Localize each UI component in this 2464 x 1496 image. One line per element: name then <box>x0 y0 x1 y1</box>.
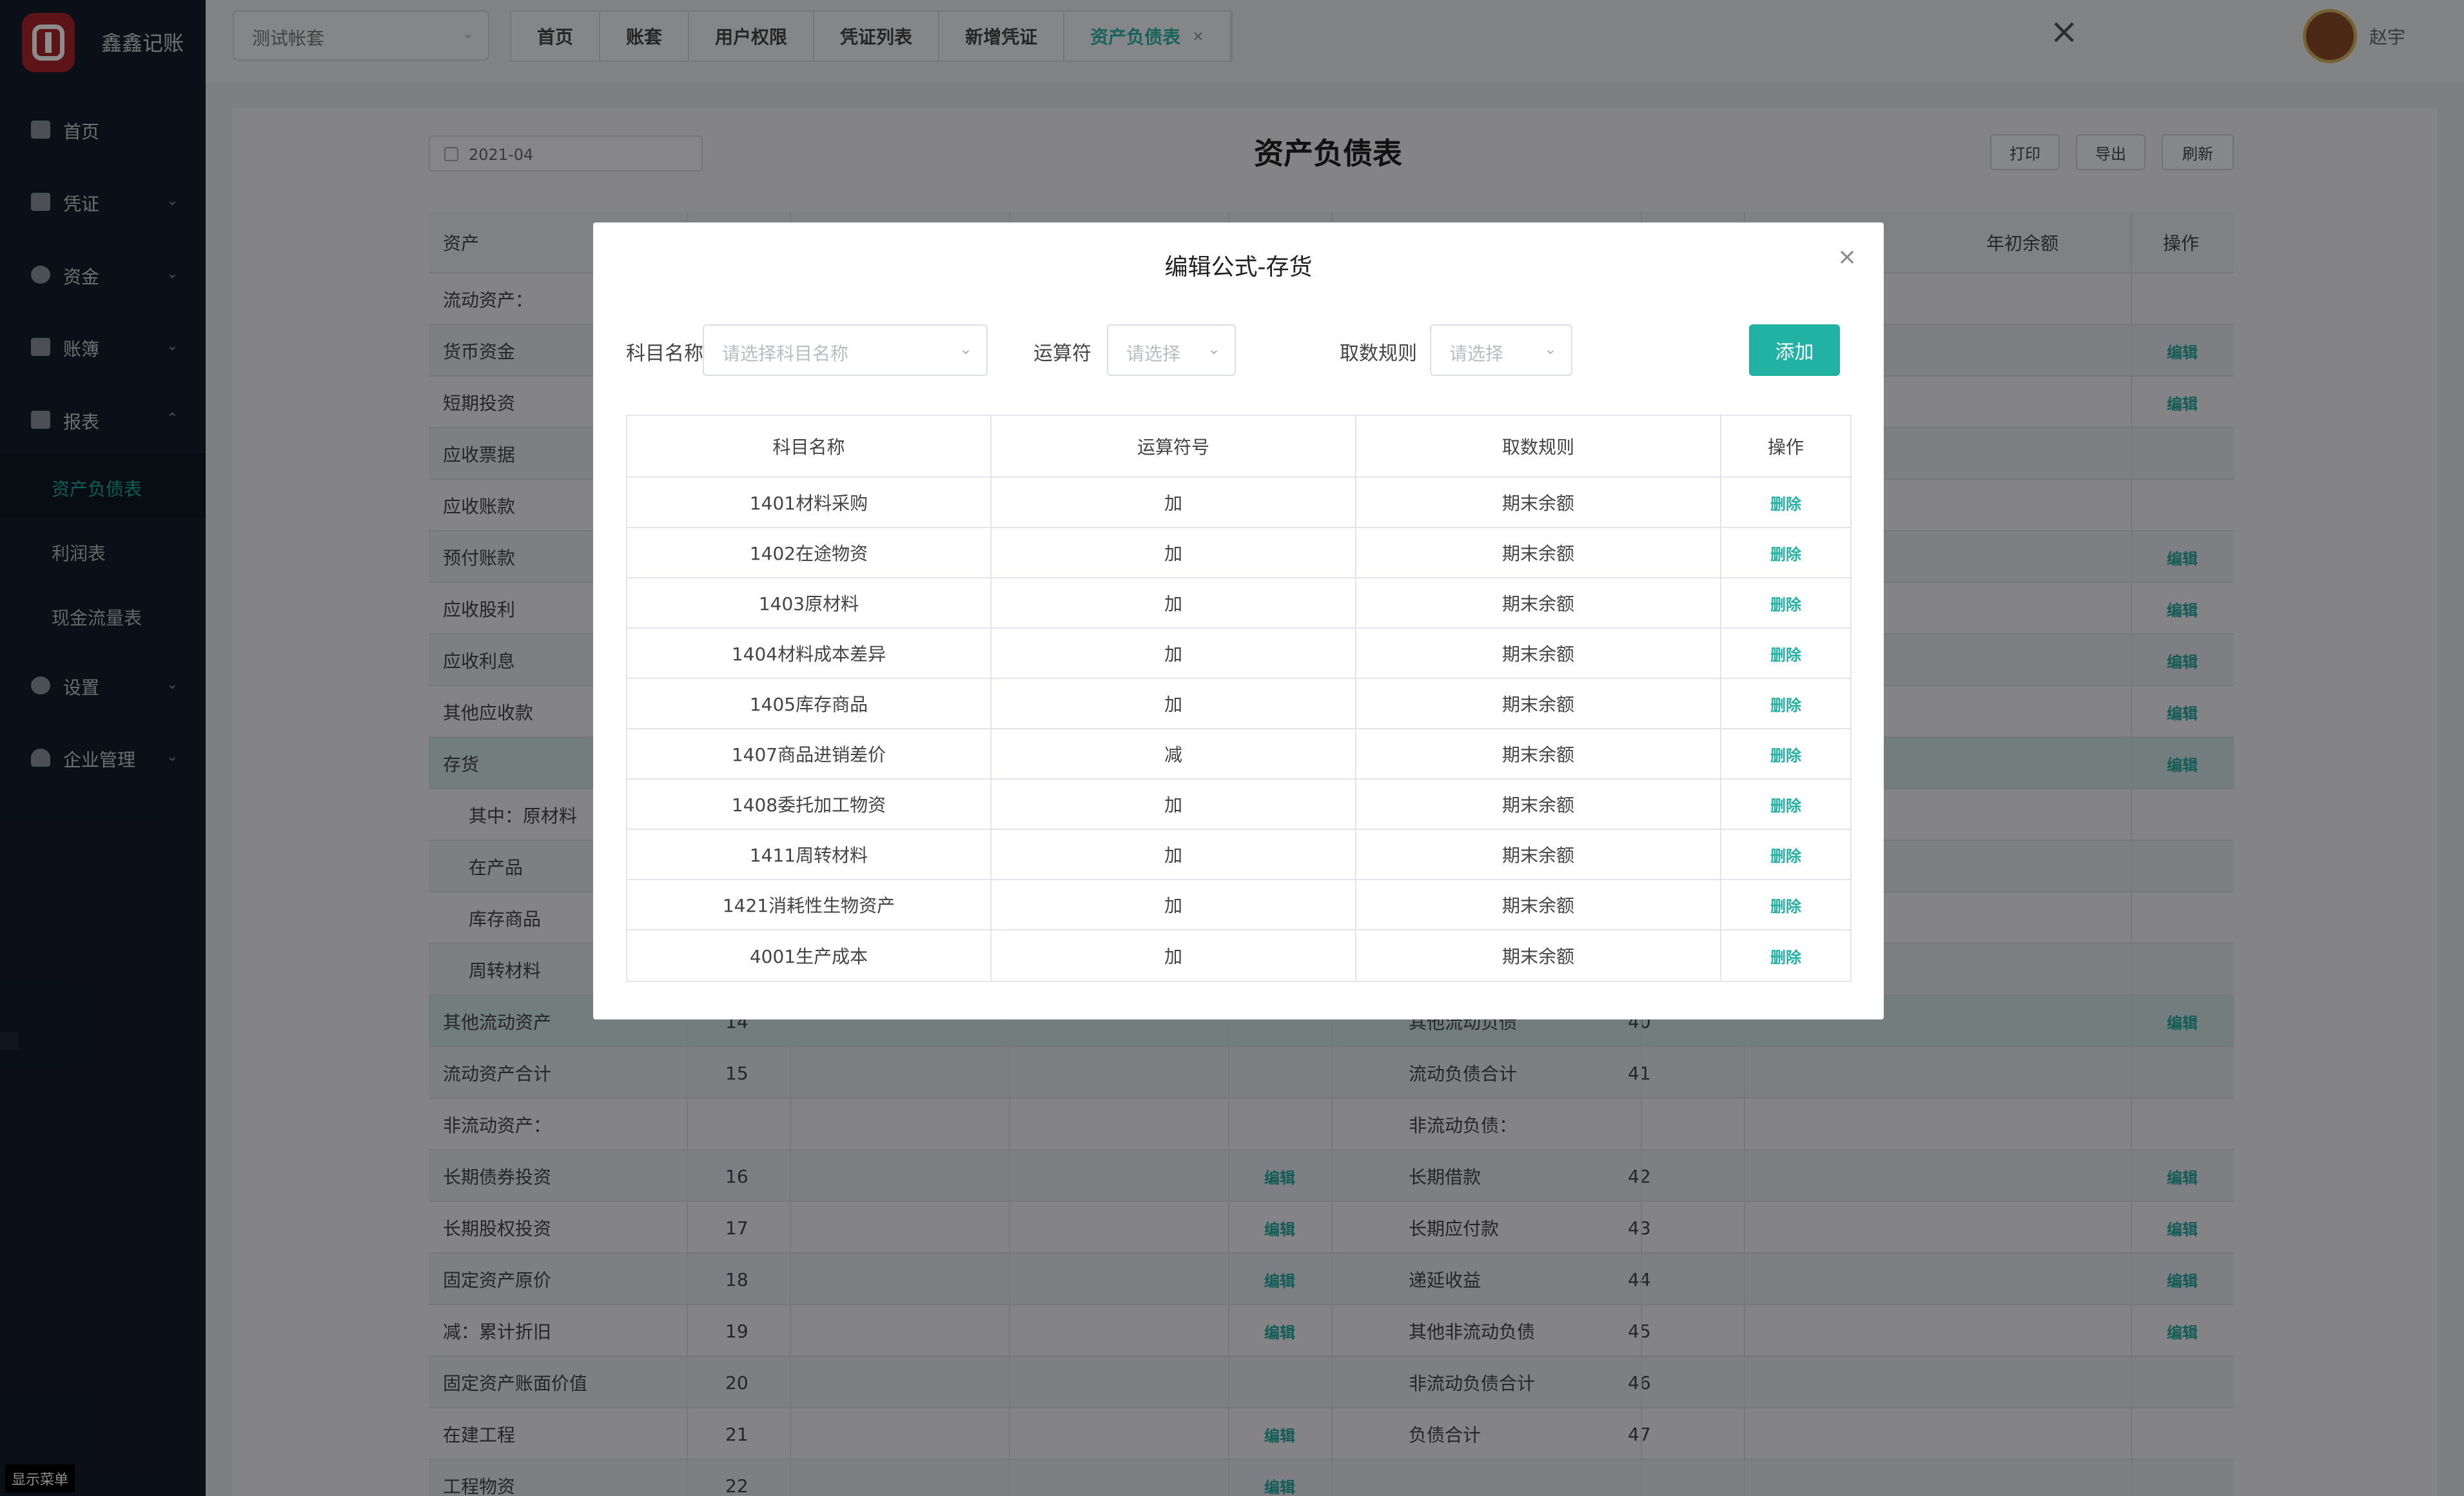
action-cell: 删除 <box>1721 578 1850 627</box>
rule-cell: 期末余额 <box>1356 578 1721 627</box>
action-cell: 删除 <box>1721 880 1850 929</box>
subject-cell: 1407商品进销差价 <box>627 729 992 778</box>
rule-cell: 期末余额 <box>1356 478 1721 527</box>
table-row: 1404材料成本差异加期末余额 删除 <box>627 629 1850 679</box>
rule-label: 取数规则 <box>1340 342 1417 365</box>
rule-select[interactable]: 请选择 ⌄ <box>1430 324 1572 376</box>
subject-cell: 1421消耗性生物资产 <box>627 880 992 929</box>
rule-placeholder: 请选择 <box>1449 343 1504 364</box>
subject-cell: 1403原材料 <box>627 578 992 627</box>
column-header: 操作 <box>1767 437 1804 458</box>
dialog-title: 编辑公式-存货 <box>1164 254 1313 280</box>
table-row: 1402在途物资加期末余额 删除 <box>627 528 1850 578</box>
operator-cell: 减 <box>992 729 1356 778</box>
subject-cell: 4001生产成本 <box>627 930 992 981</box>
column-header: 运算符号 <box>992 416 1356 477</box>
delete-link[interactable]: 删除 <box>1770 592 1801 615</box>
table-row: 1421消耗性生物资产加期末余额 删除 <box>627 880 1850 930</box>
action-cell: 删除 <box>1721 780 1850 829</box>
delete-link[interactable]: 删除 <box>1770 542 1801 564</box>
chevron-down-icon: ⌄ <box>1207 340 1220 358</box>
subject-cell: 1405库存商品 <box>627 679 992 728</box>
operator-cell: 加 <box>992 830 1356 879</box>
action-cell: 删除 <box>1721 679 1850 728</box>
rule-cell: 期末余额 <box>1356 830 1721 879</box>
delete-link[interactable]: 删除 <box>1770 743 1801 765</box>
operator-cell: 加 <box>992 629 1356 678</box>
action-cell: 删除 <box>1721 729 1850 778</box>
rule-cell: 期末余额 <box>1356 629 1721 678</box>
rule-cell: 期末余额 <box>1356 880 1721 929</box>
subject-placeholder: 请选择科目名称 <box>722 343 849 364</box>
subject-cell: 1404材料成本差异 <box>627 629 992 678</box>
operator-cell: 加 <box>992 780 1356 829</box>
action-cell: 删除 <box>1721 478 1850 527</box>
action-cell: 删除 <box>1721 528 1850 577</box>
subject-cell: 1408委托加工物资 <box>627 780 992 829</box>
action-cell: 删除 <box>1721 830 1850 879</box>
table-row: 1408委托加工物资加期末余额 删除 <box>627 780 1850 830</box>
operator-cell: 加 <box>992 679 1356 728</box>
subject-cell: 1402在途物资 <box>627 528 992 577</box>
subject-label: 科目名称 <box>626 342 703 365</box>
operator-select[interactable]: 请选择 ⌄ <box>1107 324 1236 376</box>
edit-formula-dialog: 编辑公式-存货 × 科目名称 请选择科目名称 ⌄ 运算符 请选择 ⌄ 取数规则 … <box>593 222 1884 1019</box>
delete-link[interactable]: 删除 <box>1770 491 1801 514</box>
operator-cell: 加 <box>992 578 1356 627</box>
table-row: 1411周转材料加期末余额 删除 <box>627 830 1850 880</box>
operator-cell: 加 <box>992 478 1356 527</box>
delete-link[interactable]: 删除 <box>1770 945 1801 967</box>
table-row: 1407商品进销差价减期末余额 删除 <box>627 729 1850 780</box>
formula-table: 科目名称 运算符号 取数规则 操作 1401材料采购加期末余额 删除 1402在途物… <box>626 415 1852 982</box>
operator-placeholder: 请选择 <box>1126 343 1181 364</box>
subject-cell: 1401材料采购 <box>627 478 992 527</box>
rule-cell: 期末余额 <box>1356 679 1721 728</box>
chevron-down-icon: ⌄ <box>959 340 972 358</box>
operator-cell: 加 <box>992 528 1356 577</box>
operator-cell: 加 <box>992 880 1356 929</box>
table-row: 4001生产成本加期末余额 删除 <box>627 930 1850 981</box>
delete-link[interactable]: 删除 <box>1770 894 1801 916</box>
operator-label: 运算符 <box>1033 342 1091 365</box>
delete-link[interactable]: 删除 <box>1770 693 1801 715</box>
delete-link[interactable]: 删除 <box>1770 793 1801 816</box>
close-icon[interactable]: × <box>1837 246 1857 269</box>
column-header: 科目名称 <box>627 416 992 477</box>
table-row: 1401材料采购加期末余额 删除 <box>627 478 1850 528</box>
add-button[interactable]: 添加 <box>1749 324 1840 376</box>
delete-link[interactable]: 删除 <box>1770 843 1801 866</box>
action-cell: 删除 <box>1721 629 1850 678</box>
rule-cell: 期末余额 <box>1356 729 1721 778</box>
rule-cell: 期末余额 <box>1356 780 1721 829</box>
rule-cell: 期末余额 <box>1356 930 1721 981</box>
table-header-row: 科目名称 运算符号 取数规则 操作 <box>627 416 1850 478</box>
operator-cell: 加 <box>992 930 1356 981</box>
subject-cell: 1411周转材料 <box>627 830 992 879</box>
chevron-down-icon: ⌄ <box>1543 340 1557 358</box>
column-header: 取数规则 <box>1356 416 1721 477</box>
delete-link[interactable]: 删除 <box>1770 642 1801 665</box>
table-row: 1405库存商品加期末余额 删除 <box>627 679 1850 729</box>
table-row: 1403原材料加期末余额 删除 <box>627 578 1850 629</box>
rule-cell: 期末余额 <box>1356 528 1721 577</box>
action-cell: 删除 <box>1721 930 1850 981</box>
subject-select[interactable]: 请选择科目名称 ⌄ <box>703 324 988 376</box>
